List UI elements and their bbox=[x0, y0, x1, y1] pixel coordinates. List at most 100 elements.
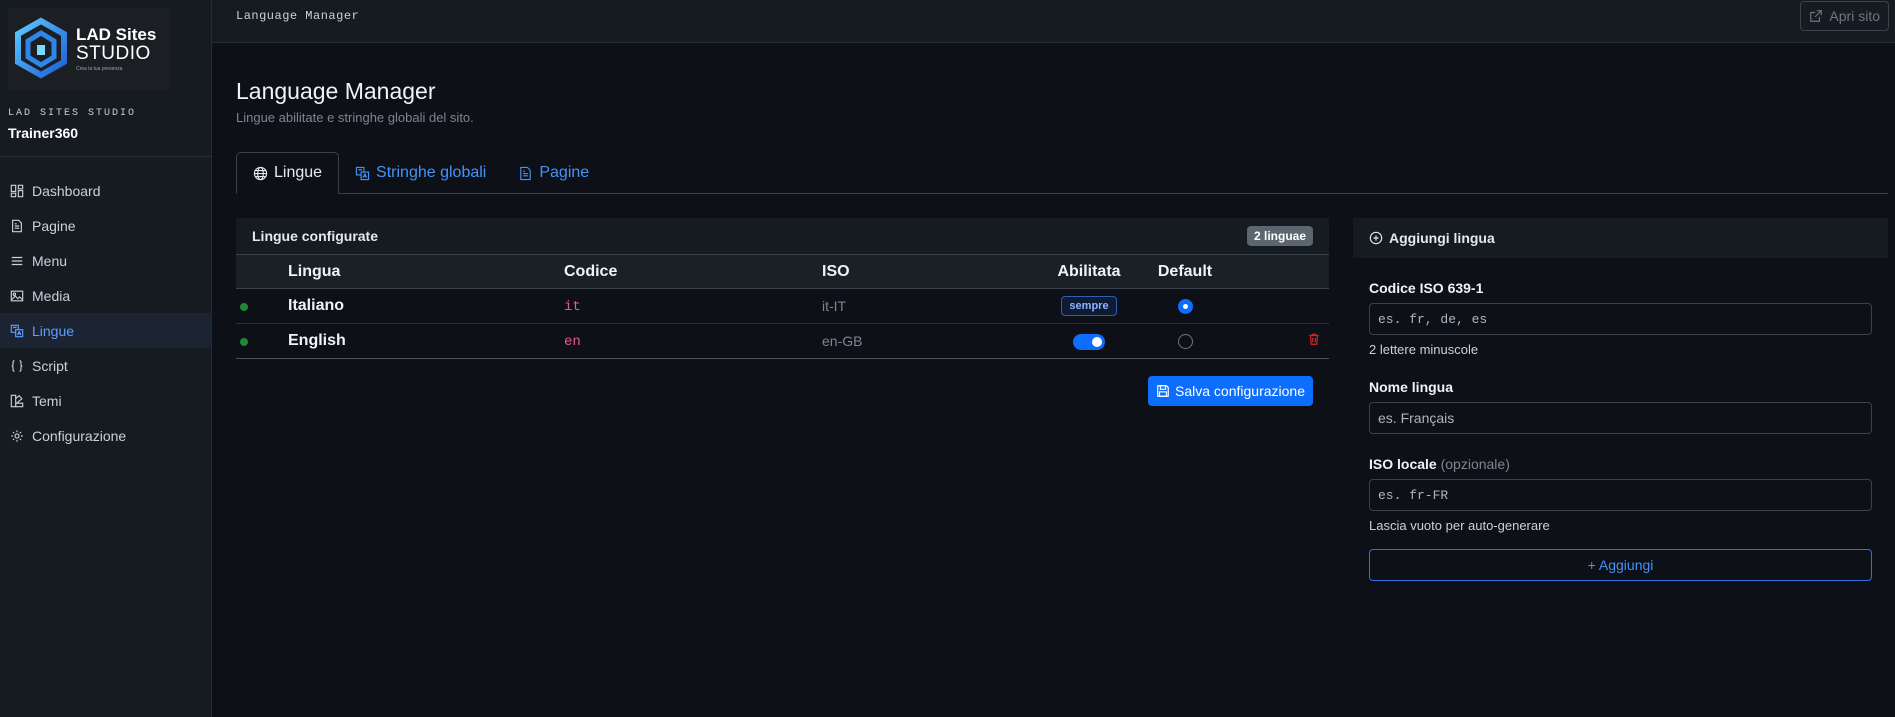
page-title: Language Manager bbox=[236, 78, 436, 104]
gear-icon bbox=[10, 429, 24, 443]
table-header-row: Lingua Codice ISO Abilitata Default bbox=[236, 254, 1329, 289]
open-site-button[interactable]: Apri sito bbox=[1800, 1, 1889, 31]
logo-tagline: Crea la tua presenza bbox=[76, 66, 123, 72]
column-header-lingua: Lingua bbox=[288, 254, 564, 289]
logo-subtitle: STUDIO bbox=[76, 43, 151, 64]
iso-locale-input[interactable] bbox=[1369, 479, 1872, 511]
count-badge: 2 linguae bbox=[1246, 226, 1313, 246]
save-configuration-button[interactable]: Salva configurazione bbox=[1148, 376, 1313, 406]
logo-title: LAD Sites bbox=[76, 25, 157, 44]
topbar-title: Language Manager bbox=[236, 9, 360, 23]
table-row: Italiano it it-IT sempre bbox=[236, 288, 1329, 324]
brand: LAD Sites STUDIO Crea la tua presenza LA… bbox=[0, 0, 211, 157]
sidebar-item-label: Pagine bbox=[32, 217, 76, 234]
tab-lingue[interactable]: Lingue bbox=[236, 152, 340, 194]
status-dot bbox=[240, 337, 248, 346]
sidebar-item-dashboard[interactable]: Dashboard bbox=[0, 173, 211, 208]
sidebar: LAD Sites STUDIO Crea la tua presenza LA… bbox=[0, 0, 212, 717]
sidebar-item-menu[interactable]: Menu bbox=[0, 243, 211, 278]
globe-icon bbox=[253, 166, 268, 180]
sidebar-item-pagine[interactable]: Pagine bbox=[0, 208, 211, 243]
language-name: Italiano bbox=[288, 297, 345, 314]
save-button-label: Salva configurazione bbox=[1175, 383, 1305, 399]
logo[interactable]: LAD Sites STUDIO Crea la tua presenza bbox=[8, 8, 170, 90]
tab-label: Pagine bbox=[539, 164, 590, 181]
tab-stringhe-globali[interactable]: Stringhe globali bbox=[339, 152, 502, 194]
tab-label: Stringhe globali bbox=[376, 164, 487, 181]
palette-icon bbox=[10, 394, 24, 408]
menu-icon bbox=[10, 254, 24, 268]
translate-icon bbox=[355, 166, 370, 180]
file-icon bbox=[520, 166, 532, 180]
trash-icon bbox=[1309, 333, 1319, 345]
optional-hint: (opzionale) bbox=[1440, 456, 1510, 472]
tab-pagine[interactable]: Pagine bbox=[502, 152, 605, 194]
logo-mark-icon bbox=[15, 17, 67, 79]
status-dot bbox=[240, 302, 248, 311]
column-header-default: Default bbox=[1150, 254, 1220, 289]
save-icon bbox=[1157, 385, 1169, 397]
sidebar-item-media[interactable]: Media bbox=[0, 278, 211, 313]
languages-card-header: Lingue configurate 2 linguae bbox=[236, 218, 1329, 254]
sidebar-item-temi[interactable]: Temi bbox=[0, 383, 211, 418]
tab-label: Lingue bbox=[274, 164, 323, 181]
language-iso: it-IT bbox=[822, 297, 847, 314]
file-icon bbox=[10, 219, 24, 233]
column-header-abilitata: Abilitata bbox=[1028, 254, 1150, 289]
iso-locale-label-text: ISO locale bbox=[1369, 456, 1437, 472]
sidebar-item-label: Lingue bbox=[32, 322, 75, 339]
actions-column-header bbox=[1220, 254, 1329, 289]
studio-label: LAD SITES STUDIO bbox=[8, 108, 137, 119]
add-language-card: Aggiungi lingua Codice ISO 639-1 2 lette… bbox=[1353, 218, 1888, 581]
add-language-form: Codice ISO 639-1 2 lettere minuscole Nom… bbox=[1353, 280, 1888, 581]
languages-card-title: Lingue configurate bbox=[252, 228, 378, 244]
sidebar-item-label: Menu bbox=[32, 252, 68, 269]
languages-card: Lingue configurate 2 linguae Lingua Codi… bbox=[236, 218, 1329, 406]
dashboard-icon bbox=[10, 184, 24, 198]
default-radio[interactable] bbox=[1177, 299, 1193, 315]
status-column-header bbox=[236, 254, 288, 289]
sidebar-item-configurazione[interactable]: Configurazione bbox=[0, 418, 211, 453]
sidebar-item-label: Dashboard bbox=[32, 182, 101, 199]
delete-language-button[interactable] bbox=[1307, 332, 1321, 346]
iso-code-label: Codice ISO 639-1 bbox=[1369, 280, 1484, 296]
column-header-iso: ISO bbox=[822, 254, 1028, 289]
sidebar-item-label: Temi bbox=[32, 392, 62, 409]
add-language-button[interactable]: + Aggiungi bbox=[1369, 549, 1872, 581]
add-language-header: Aggiungi lingua bbox=[1353, 218, 1888, 258]
topbar: Language Manager Apri sito bbox=[212, 0, 1895, 43]
translate-icon bbox=[10, 324, 24, 338]
braces-icon bbox=[10, 359, 24, 373]
add-language-title: Aggiungi lingua bbox=[1389, 230, 1495, 246]
plus-circle-icon bbox=[1369, 231, 1383, 245]
iso-code-help: 2 lettere minuscole bbox=[1369, 342, 1479, 357]
image-icon bbox=[10, 289, 24, 303]
add-button-label: + Aggiungi bbox=[1587, 557, 1654, 573]
language-name-label: Nome lingua bbox=[1369, 379, 1454, 395]
sidebar-item-label: Script bbox=[32, 357, 68, 374]
always-enabled-badge: sempre bbox=[1061, 296, 1117, 316]
default-radio[interactable] bbox=[1177, 334, 1193, 350]
language-iso: en-GB bbox=[822, 332, 863, 349]
language-code: it bbox=[564, 299, 581, 315]
sidebar-item-lingue[interactable]: Lingue bbox=[0, 313, 211, 348]
sidebar-item-label: Configurazione bbox=[32, 427, 127, 444]
iso-locale-help: Lascia vuoto per auto-generare bbox=[1369, 518, 1550, 533]
languages-table: Lingua Codice ISO Abilitata Default Ital… bbox=[236, 254, 1329, 359]
sidebar-item-label: Media bbox=[32, 287, 71, 304]
iso-code-input[interactable] bbox=[1369, 303, 1872, 335]
language-code: en bbox=[564, 334, 581, 350]
sidebar-item-script[interactable]: Script bbox=[0, 348, 211, 383]
page-subtitle: Lingue abilitate e stringhe globali del … bbox=[236, 110, 474, 125]
table-row: English en en-GB bbox=[236, 323, 1329, 359]
tabs: Lingue Stringhe globali Pagine bbox=[236, 152, 1888, 194]
language-name-input[interactable] bbox=[1369, 402, 1872, 434]
site-name: Trainer360 bbox=[8, 125, 79, 141]
open-site-label: Apri sito bbox=[1829, 8, 1880, 24]
iso-locale-label: ISO locale (opzionale) bbox=[1369, 456, 1872, 472]
enabled-toggle[interactable] bbox=[1073, 333, 1105, 350]
column-header-codice: Codice bbox=[564, 254, 822, 289]
language-name: English bbox=[288, 332, 346, 349]
sidebar-nav: Dashboard Pagine Menu Media Lingue Scrip… bbox=[0, 157, 211, 453]
external-link-icon bbox=[1810, 10, 1823, 22]
